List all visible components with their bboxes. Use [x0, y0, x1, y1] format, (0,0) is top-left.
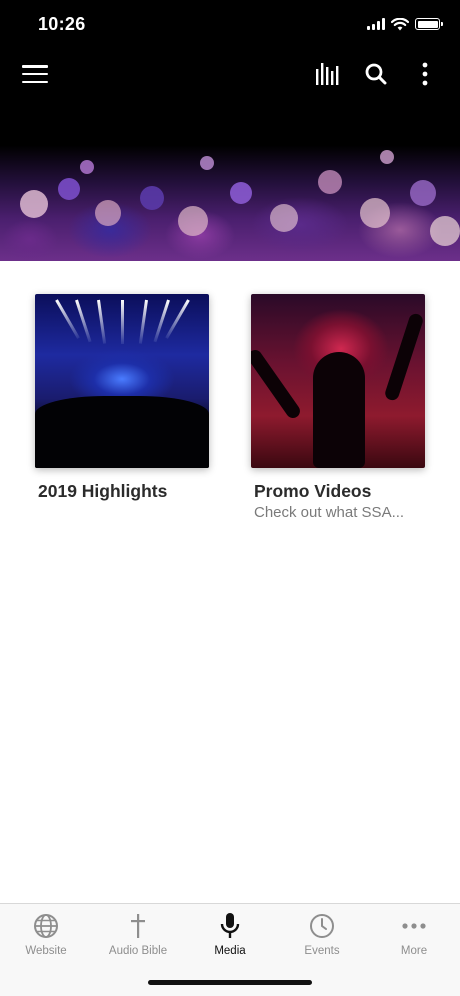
- bars-icon: [316, 63, 339, 85]
- tab-label: Media: [214, 945, 246, 957]
- menu-button[interactable]: [20, 60, 50, 88]
- microphone-icon: [220, 913, 240, 938]
- promo-thumbnail-image: [251, 294, 425, 468]
- media-card-highlights[interactable]: 2019 Highlights: [35, 294, 209, 502]
- top-nav-bar: [0, 54, 460, 94]
- home-indicator[interactable]: [148, 980, 312, 985]
- hamburger-icon: [22, 65, 48, 83]
- more-vertical-icon: [422, 62, 428, 86]
- search-icon: [365, 63, 387, 85]
- tab-events[interactable]: Events: [276, 912, 368, 962]
- cross-icon: [131, 914, 145, 938]
- tab-more[interactable]: More: [368, 912, 460, 962]
- search-button[interactable]: [361, 60, 391, 88]
- status-bar: 10:26: [0, 0, 460, 50]
- globe-icon: [34, 914, 58, 938]
- status-time: 10:26: [38, 14, 86, 34]
- battery-icon: [415, 18, 443, 30]
- overflow-menu-button[interactable]: [410, 60, 440, 88]
- status-icons: [367, 16, 443, 32]
- wifi-icon: [391, 17, 409, 30]
- tab-label: Events: [304, 945, 340, 957]
- card-subtitle: Check out what SSA...: [254, 504, 405, 521]
- tab-label: Website: [25, 945, 67, 957]
- media-card-promo[interactable]: Promo Videos Check out what SSA...: [251, 294, 425, 521]
- ellipsis-icon: [402, 923, 426, 929]
- clock-icon: [310, 914, 334, 938]
- card-title: Promo Videos: [254, 481, 372, 501]
- tab-media[interactable]: Media: [184, 912, 276, 962]
- tab-audio-bible[interactable]: Audio Bible: [92, 912, 184, 962]
- audio-bars-button[interactable]: [313, 60, 343, 88]
- cellular-signal-icon: [367, 18, 385, 30]
- concert-thumbnail-image: [35, 294, 209, 468]
- card-title: 2019 Highlights: [38, 481, 168, 501]
- tab-label: Audio Bible: [108, 945, 168, 957]
- crowd-banner-image: [0, 120, 460, 261]
- tab-label: More: [400, 945, 428, 957]
- tab-website[interactable]: Website: [0, 912, 92, 962]
- media-grid: 2019 Highlights Promo Videos Check out w…: [0, 261, 460, 903]
- header-hero: 10:26: [0, 0, 460, 261]
